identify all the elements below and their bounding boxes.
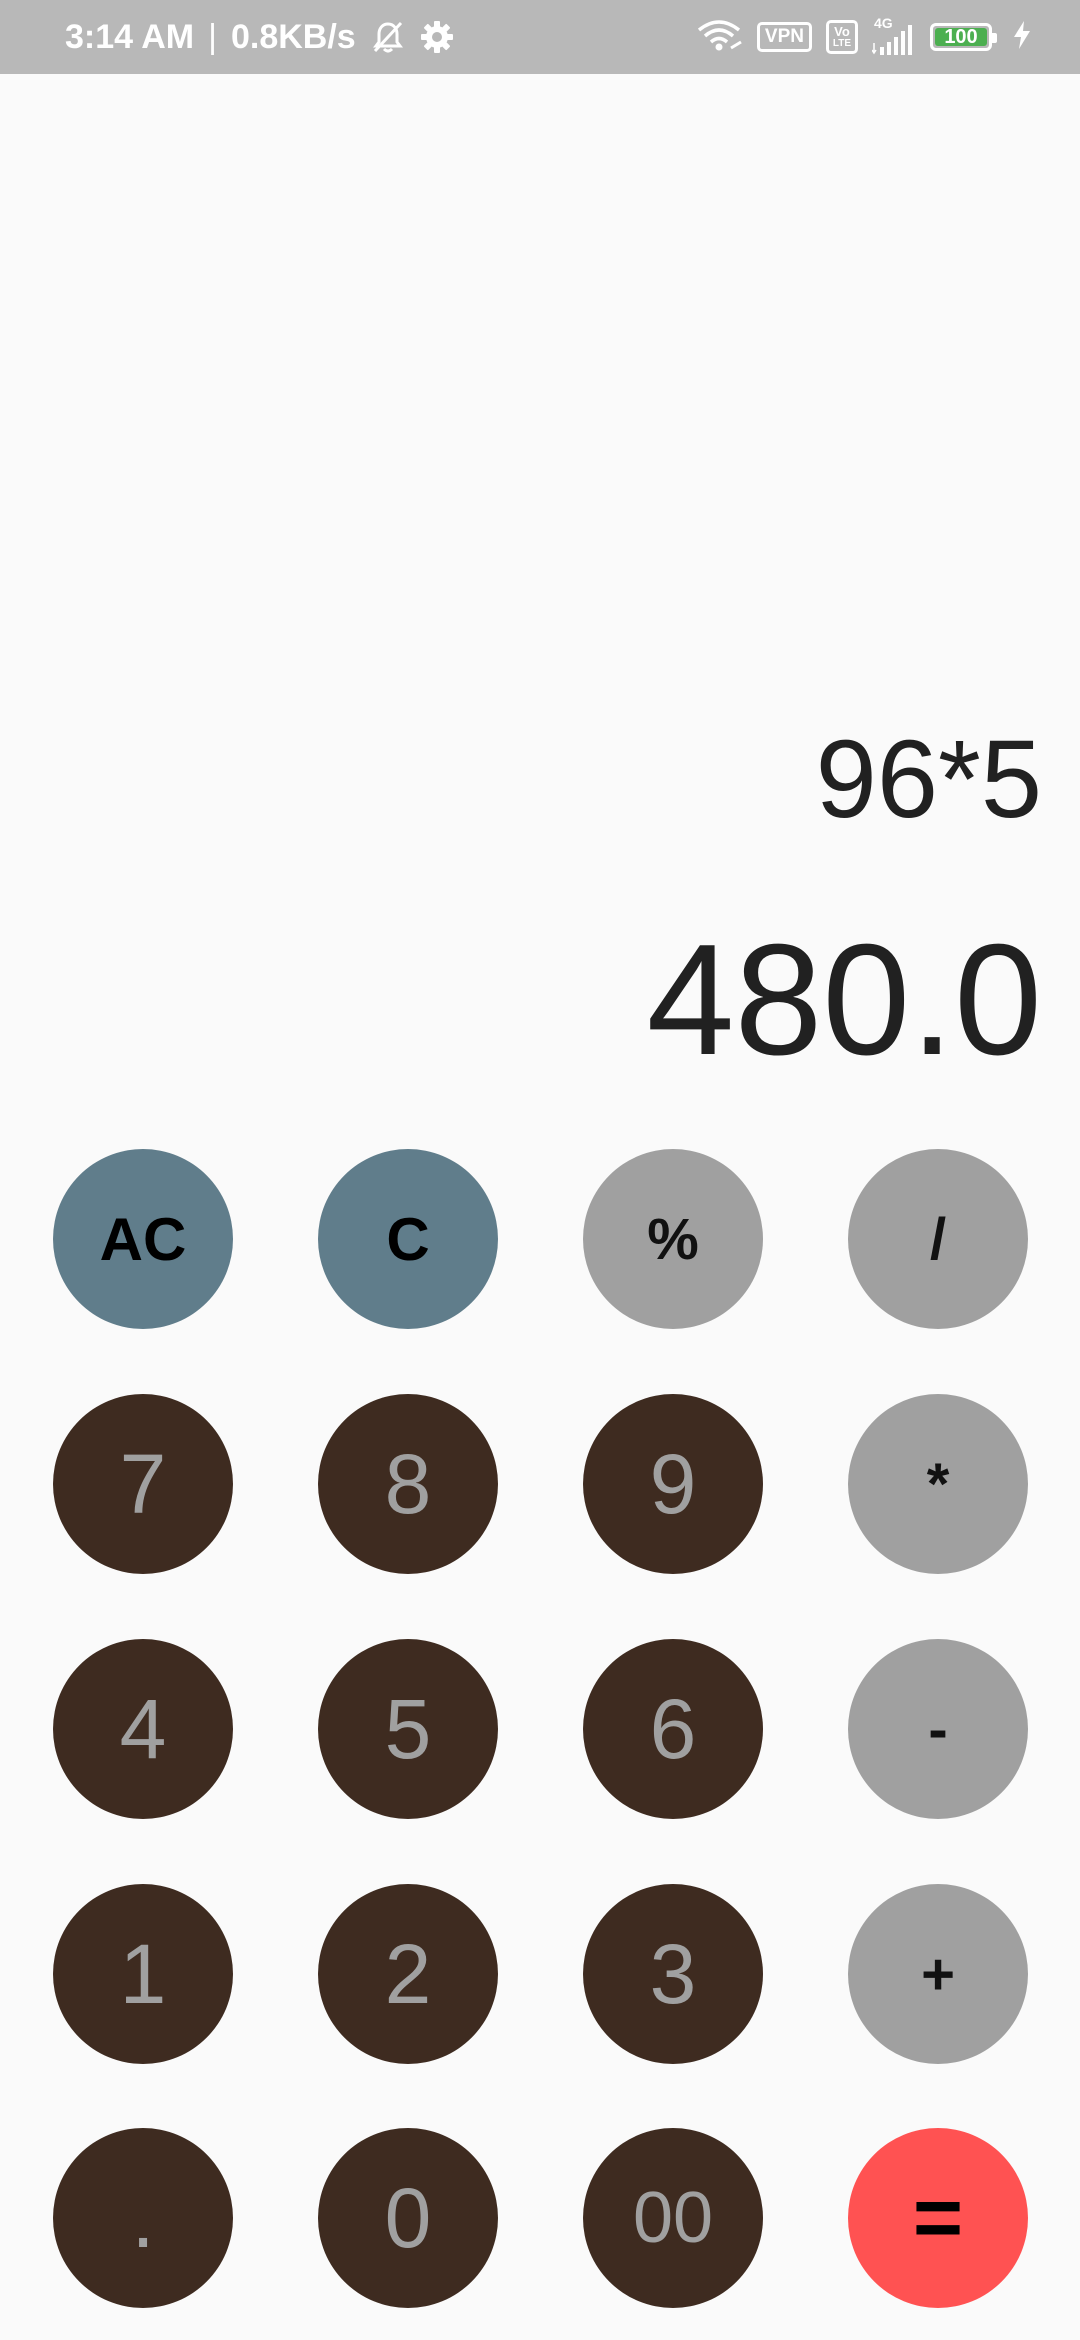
minus-button[interactable]: -: [848, 1639, 1028, 1819]
digit-0-button[interactable]: 0: [318, 2128, 498, 2308]
all-clear-button[interactable]: AC: [53, 1149, 233, 1329]
digit-4-button[interactable]: 4: [53, 1639, 233, 1819]
divide-button[interactable]: /: [848, 1149, 1028, 1329]
digit-5-button[interactable]: 5: [318, 1639, 498, 1819]
equals-button[interactable]: =: [848, 2128, 1028, 2308]
digit-7-button[interactable]: 7: [53, 1394, 233, 1574]
percent-button[interactable]: %: [583, 1149, 763, 1329]
digit-6-button[interactable]: 6: [583, 1639, 763, 1819]
digit-9-button[interactable]: 9: [583, 1394, 763, 1574]
digit-3-button[interactable]: 3: [583, 1884, 763, 2064]
digit-8-button[interactable]: 8: [318, 1394, 498, 1574]
digit-2-button[interactable]: 2: [318, 1884, 498, 2064]
digit-1-button[interactable]: 1: [53, 1884, 233, 2064]
plus-button[interactable]: +: [848, 1884, 1028, 2064]
keypad: AC C % / 7 8 9 * 4 5 6 - 1 2 3 + . 0 00 …: [0, 0, 1080, 2340]
double-zero-button[interactable]: 00: [583, 2128, 763, 2308]
clear-button[interactable]: C: [318, 1149, 498, 1329]
decimal-point-button[interactable]: .: [53, 2128, 233, 2308]
multiply-button[interactable]: *: [848, 1394, 1028, 1574]
